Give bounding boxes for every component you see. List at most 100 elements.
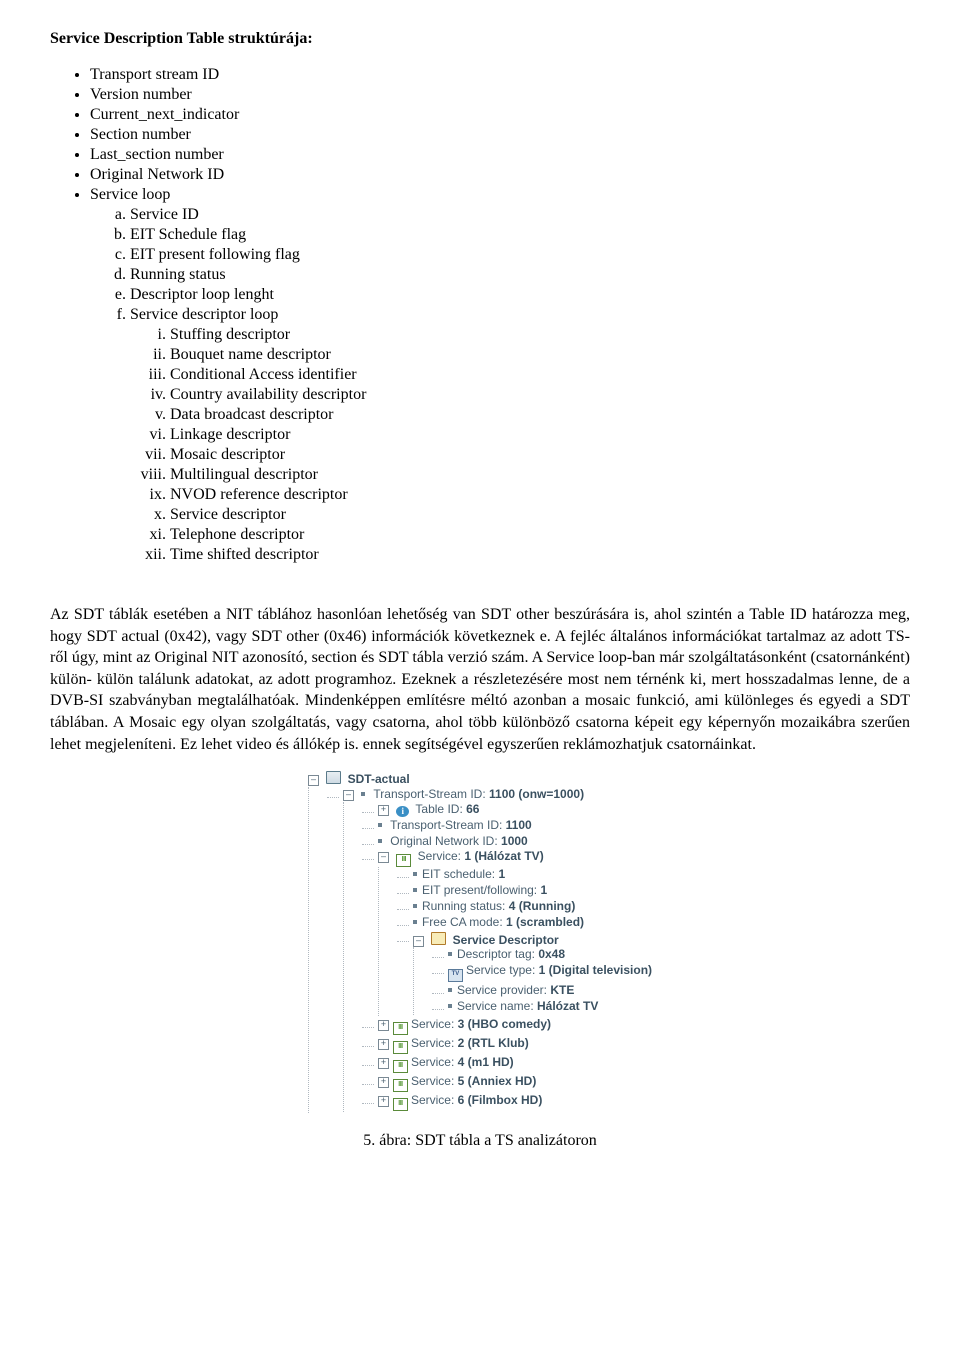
figure-caption: 5. ábra: SDT tábla a TS analizátoron xyxy=(50,1132,910,1150)
list-item: Country availability descriptor xyxy=(170,386,910,404)
sdt-tree: – SDT-actual – Transport-Stream ID: 1100… xyxy=(308,770,652,1114)
tree-leaf: Descriptor tag: 0x48 xyxy=(432,947,652,963)
tree-service-1[interactable]: – III Service: 1 (Hálózat TV) EIT schedu… xyxy=(362,849,652,1016)
list-item: Service ID xyxy=(130,206,910,224)
tree-service-5[interactable]: + IIIService: 5 (Anniex HD) xyxy=(362,1074,652,1093)
collapse-icon[interactable]: – xyxy=(308,775,319,786)
collapse-icon[interactable]: – xyxy=(378,852,389,863)
tree-service-4[interactable]: + IIIService: 4 (m1 HD) xyxy=(362,1055,652,1074)
tree-key: Service: xyxy=(418,849,461,863)
list-item: EIT Schedule flag xyxy=(130,226,910,244)
tree-service-6[interactable]: +IIIService: 6 (Filmbox HD) xyxy=(362,1093,652,1112)
service-icon: III xyxy=(393,1060,408,1073)
roman-list: Stuffing descriptor Bouquet name descrip… xyxy=(170,326,910,564)
tree-key: EIT schedule: xyxy=(422,867,495,881)
tv-icon: TV xyxy=(448,969,463,982)
expand-icon[interactable]: + xyxy=(378,1096,389,1107)
tree-leaf: Transport-Stream ID: 1100 xyxy=(362,818,652,834)
tree-value: 1000 xyxy=(501,834,528,848)
tree-key: Service: xyxy=(411,1036,454,1050)
tree-value: KTE xyxy=(550,983,574,997)
tree-node[interactable]: + i Table ID: 66 xyxy=(362,802,652,818)
list-item: Descriptor loop lenght xyxy=(130,286,910,304)
expand-icon[interactable]: + xyxy=(378,1020,389,1031)
collapse-icon[interactable]: – xyxy=(343,790,354,801)
list-item: Last_section number xyxy=(90,146,910,164)
tree-node[interactable]: – Transport-Stream ID: 1100 (onw=1000) +… xyxy=(327,787,652,1113)
collapse-icon[interactable]: – xyxy=(413,936,424,947)
bullet-icon xyxy=(361,792,365,796)
tree-value: 1 (Digital television) xyxy=(539,963,652,977)
list-item: Telephone descriptor xyxy=(170,526,910,544)
bullet-icon xyxy=(448,988,452,992)
list-item: Stuffing descriptor xyxy=(170,326,910,344)
bullet-icon xyxy=(413,888,417,892)
tree-leaf: Service name: Hálózat TV xyxy=(432,999,652,1015)
list-item: Current_next_indicator xyxy=(90,106,910,124)
tree-leaf: Running status: 4 (Running) xyxy=(397,899,652,915)
descriptor-icon xyxy=(431,932,446,945)
list-item: Service descriptor loop Stuffing descrip… xyxy=(130,306,910,564)
bullet-list: Transport stream ID Version number Curre… xyxy=(90,66,910,564)
tree-key: Original Network ID: xyxy=(390,834,497,848)
tree-value: 1 xyxy=(540,883,547,897)
tree-leaf: TVService type: 1 (Digital television) xyxy=(432,963,652,983)
service-icon: III xyxy=(393,1022,408,1035)
list-item: Service loop Service ID EIT Schedule fla… xyxy=(90,186,910,564)
tree-root[interactable]: – SDT-actual – Transport-Stream ID: 1100… xyxy=(308,770,652,1114)
tree-key: Service: xyxy=(411,1055,454,1069)
expand-icon[interactable]: + xyxy=(378,1077,389,1088)
tree-value: 0x48 xyxy=(538,947,565,961)
bullet-icon xyxy=(378,839,382,843)
tree-value: 1 xyxy=(498,867,505,881)
body-paragraph: Az SDT táblák esetében a NIT táblához ha… xyxy=(50,604,910,755)
tree-value: 4 (m1 HD) xyxy=(458,1055,514,1069)
section-heading: Service Description Table struktúrája: xyxy=(50,30,910,48)
tree-key: EIT present/following: xyxy=(422,883,537,897)
service-icon: III xyxy=(396,854,411,867)
list-item: Service descriptor xyxy=(170,506,910,524)
expand-icon[interactable]: + xyxy=(378,1058,389,1069)
tree-key: Service: xyxy=(411,1074,454,1088)
tree-value: 1 (scrambled) xyxy=(506,915,584,929)
service-icon: III xyxy=(393,1079,408,1092)
tree-value: 1100 xyxy=(506,818,532,832)
bullet-icon xyxy=(413,904,417,908)
tree-key: Running status: xyxy=(422,899,505,913)
list-item: Version number xyxy=(90,86,910,104)
tree-key: Transport-Stream ID: xyxy=(373,787,485,801)
tree-leaf: Free CA mode: 1 (scrambled) xyxy=(397,915,652,931)
tree-key: Table ID: xyxy=(415,802,462,816)
list-item: Section number xyxy=(90,126,910,144)
list-item: Running status xyxy=(130,266,910,284)
list-item: Time shifted descriptor xyxy=(170,546,910,564)
tree-service-2[interactable]: + IIIService: 2 (RTL Klub) xyxy=(362,1036,652,1055)
tree-leaf: Original Network ID: 1000 xyxy=(362,834,652,850)
bullet-icon xyxy=(413,872,417,876)
list-item: Mosaic descriptor xyxy=(170,446,910,464)
bullet-icon xyxy=(448,952,452,956)
list-item: Transport stream ID xyxy=(90,66,910,84)
expand-icon[interactable]: + xyxy=(378,805,389,816)
list-item: Linkage descriptor xyxy=(170,426,910,444)
tree-value: 1 (Hálózat TV) xyxy=(464,849,543,863)
tree-key: Service provider: xyxy=(457,983,547,997)
tree-key: Service: xyxy=(411,1017,454,1031)
list-item: Multilingual descriptor xyxy=(170,466,910,484)
tree-value: 5 (Anniex HD) xyxy=(458,1074,537,1088)
tree-key: Transport-Stream ID: xyxy=(390,818,502,832)
list-item: NVOD reference descriptor xyxy=(170,486,910,504)
service-icon: III xyxy=(393,1098,408,1111)
list-item: Data broadcast descriptor xyxy=(170,406,910,424)
tree-service-3[interactable]: +IIIService: 3 (HBO comedy) xyxy=(362,1017,652,1036)
tree-key: Service type: xyxy=(466,963,535,977)
tree-key: Service: xyxy=(411,1093,454,1107)
tree-value: 2 (RTL Klub) xyxy=(458,1036,529,1050)
list-item: EIT present following flag xyxy=(130,246,910,264)
expand-icon[interactable]: + xyxy=(378,1039,389,1050)
tree-descriptor[interactable]: – Service Descriptor Descriptor tag: 0x4… xyxy=(397,931,652,1016)
tree-leaf: EIT present/following: 1 xyxy=(397,883,652,899)
tree-label: SDT-actual xyxy=(348,772,410,786)
tree-key: Descriptor tag: xyxy=(457,947,535,961)
service-icon: III xyxy=(393,1041,408,1054)
